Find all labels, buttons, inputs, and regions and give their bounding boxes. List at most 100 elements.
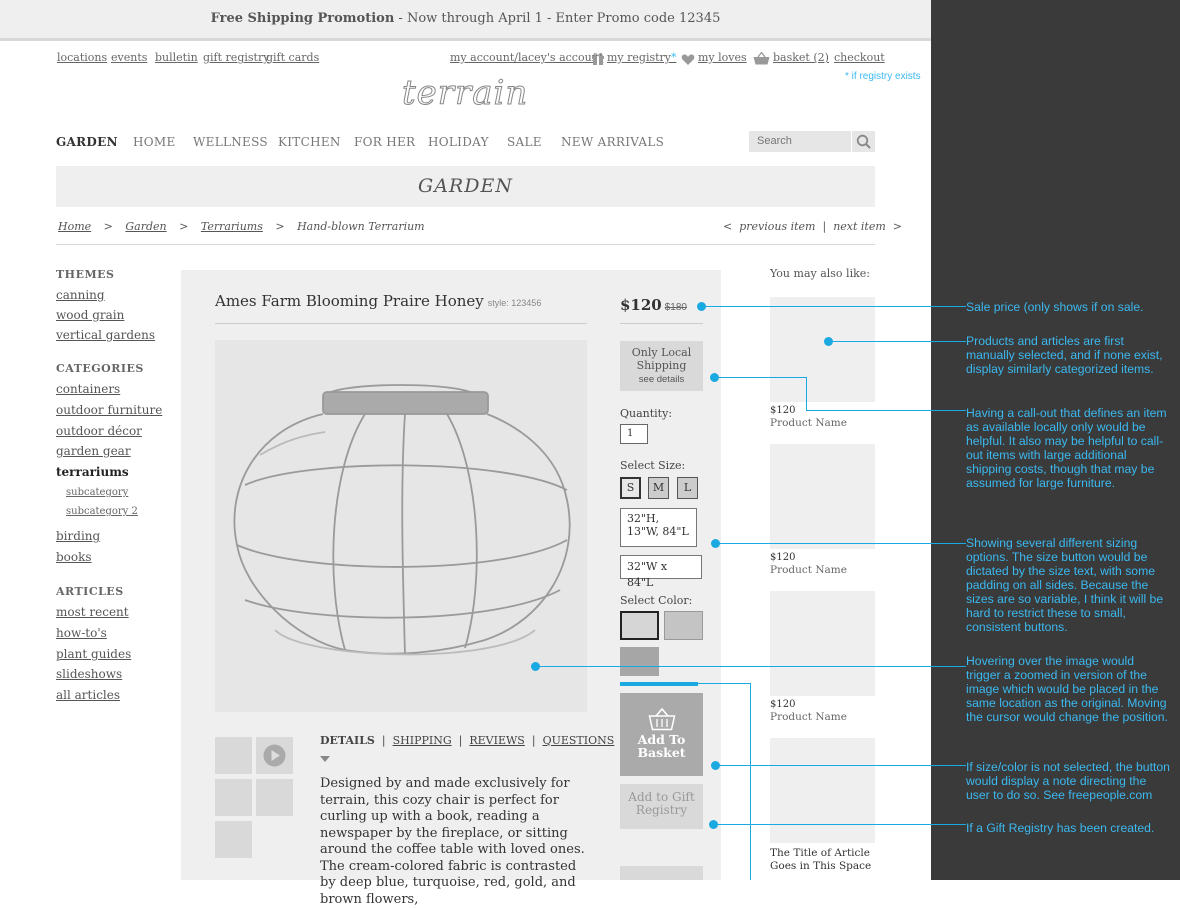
locations-link[interactable]: locations: [57, 51, 107, 64]
tab-questions[interactable]: QUESTIONS: [543, 734, 615, 747]
related-product-image[interactable]: [770, 444, 875, 549]
product-title: Ames Farm Blooming Praire Honey style: 12…: [215, 292, 541, 310]
basket-link[interactable]: basket (2): [773, 51, 829, 64]
size-option-dimensions[interactable]: 32"H, 13"W, 84"L: [620, 508, 697, 547]
related-product[interactable]: $120 Product Name: [770, 405, 847, 429]
subcategory-link[interactable]: subcategory 2: [66, 506, 138, 517]
category-link-books[interactable]: books: [56, 550, 92, 564]
add-to-basket-button[interactable]: Add To Basket: [620, 693, 703, 776]
article-link-how-tos[interactable]: how-to's: [56, 626, 107, 640]
nav-home[interactable]: HOME: [133, 135, 176, 149]
related-product-price: $120: [770, 699, 796, 710]
tab-details[interactable]: DETAILS: [320, 734, 375, 747]
search-button[interactable]: [852, 131, 875, 152]
promo-divider: [0, 38, 931, 41]
color-swatch[interactable]: [620, 647, 659, 676]
theme-link-canning[interactable]: canning: [56, 288, 105, 302]
validation-note-indicator: [620, 682, 698, 686]
thumbnail[interactable]: [215, 737, 252, 774]
events-link[interactable]: events: [111, 51, 147, 64]
nav-for-her[interactable]: FOR HER: [354, 135, 415, 149]
nav-sale[interactable]: SALE: [507, 135, 542, 149]
article-link-plant-guides[interactable]: plant guides: [56, 647, 131, 661]
article-link-slideshows[interactable]: slideshows: [56, 667, 122, 681]
my-loves-link[interactable]: my loves: [698, 51, 747, 64]
search-input[interactable]: [749, 131, 851, 152]
breadcrumb-terrariums[interactable]: Terrariums: [201, 220, 263, 233]
category-link-terrariums[interactable]: terrariums: [56, 465, 129, 479]
theme-link-vertical-gardens[interactable]: vertical gardens: [56, 328, 155, 342]
breadcrumb-garden[interactable]: Garden: [125, 220, 166, 233]
related-article-title[interactable]: The Title of Article Goes in This Space: [770, 847, 875, 873]
related-product-image[interactable]: [770, 591, 875, 696]
related-article-image[interactable]: [770, 738, 875, 843]
color-swatch[interactable]: [664, 611, 703, 640]
promo-bar: Free Shipping Promotion - Now through Ap…: [0, 0, 931, 38]
next-item-link[interactable]: next item >: [833, 220, 902, 233]
my-account-link[interactable]: my account/lacey's account: [450, 51, 603, 64]
my-registry-label: my registry: [607, 51, 672, 64]
nav-garden[interactable]: GARDEN: [56, 135, 118, 149]
category-link-outdoor-furniture[interactable]: outdoor furniture: [56, 403, 162, 417]
active-tab-indicator-icon: [320, 748, 330, 767]
nav-new-arrivals[interactable]: NEW ARRIVALS: [561, 135, 664, 149]
my-registry-link[interactable]: my registry*: [607, 51, 677, 64]
themes-heading: THEMES: [56, 268, 115, 281]
play-icon: [256, 744, 293, 778]
subcategory-link[interactable]: subcategory: [66, 487, 128, 498]
annotation-local-shipping: Having a call-out that defines an item a…: [966, 406, 1167, 490]
video-thumbnail[interactable]: [256, 737, 293, 774]
local-shipping-callout[interactable]: Only Local Shipping see details: [620, 341, 703, 391]
breadcrumb-current: Hand-blown Terrarium: [297, 220, 425, 233]
color-label: Select Color:: [620, 594, 693, 607]
registry-note: * if registry exists: [845, 71, 921, 82]
article-link-most-recent[interactable]: most recent: [56, 605, 129, 619]
annotation-image-zoom: Hovering over the image would trigger a …: [966, 654, 1168, 724]
nav-kitchen[interactable]: KITCHEN: [278, 135, 341, 149]
related-product[interactable]: $120 Product Name: [770, 699, 847, 723]
thumbnail[interactable]: [215, 779, 252, 816]
related-product-name: Product Name: [770, 417, 847, 429]
thumbnail[interactable]: [256, 779, 293, 816]
size-option-m[interactable]: M: [648, 477, 669, 499]
theme-link-wood-grain[interactable]: wood grain: [56, 308, 124, 322]
original-price: $180: [664, 302, 687, 313]
size-label: Select Size:: [620, 459, 686, 472]
quantity-label: Quantity:: [620, 407, 673, 420]
gift-cards-link[interactable]: gift cards: [266, 51, 319, 64]
size-option-s[interactable]: S: [620, 477, 641, 499]
related-product[interactable]: $120 Product Name: [770, 552, 847, 576]
category-link-garden-gear[interactable]: garden gear: [56, 444, 131, 458]
category-link-containers[interactable]: containers: [56, 382, 120, 396]
size-option-l[interactable]: L: [677, 477, 698, 499]
annotation-connector: [714, 824, 966, 825]
add-to-gift-registry-button[interactable]: Add to Gift Registry: [620, 784, 703, 829]
tab-shipping[interactable]: SHIPPING: [393, 734, 452, 747]
next-button-placeholder[interactable]: [620, 866, 703, 880]
annotation-connector: [750, 683, 751, 880]
color-swatch-selected[interactable]: [620, 611, 659, 640]
nav-holiday[interactable]: HOLIDAY: [428, 135, 489, 149]
size-option-dimensions[interactable]: 32"W x 84"L: [620, 555, 702, 589]
breadcrumb-home[interactable]: Home: [58, 220, 91, 233]
previous-item-link[interactable]: < previous item: [723, 220, 815, 233]
product-image[interactable]: [215, 340, 587, 712]
breadcrumb-separator: >: [179, 220, 189, 233]
gift-registry-line-2: Registry: [635, 803, 688, 817]
quantity-field[interactable]: 1: [620, 424, 648, 444]
category-link-birding[interactable]: birding: [56, 529, 100, 543]
nav-wellness[interactable]: WELLNESS: [193, 135, 268, 149]
tab-reviews[interactable]: REVIEWS: [469, 734, 524, 747]
related-product-image[interactable]: [770, 297, 875, 402]
articles-heading: ARTICLES: [56, 585, 124, 598]
category-link-outdoor-decor[interactable]: outdoor décor: [56, 424, 142, 438]
shipping-details-link[interactable]: see details: [620, 373, 703, 386]
tab-separator: |: [381, 734, 386, 747]
bulletin-link[interactable]: bulletin: [155, 51, 198, 64]
checkout-link[interactable]: checkout: [834, 51, 885, 64]
gift-registry-link[interactable]: gift registry: [203, 51, 269, 64]
article-link-all-articles[interactable]: all articles: [56, 688, 120, 702]
thumbnail[interactable]: [215, 821, 252, 858]
terrain-logo[interactable]: terrain: [401, 73, 528, 114]
item-pager: < previous item | next item >: [723, 220, 902, 233]
